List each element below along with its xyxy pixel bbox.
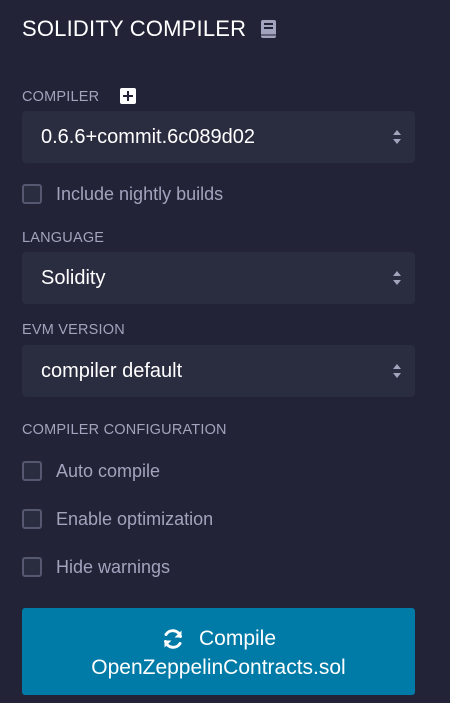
compiler-version-value: 0.6.6+commit.6c089d02 bbox=[41, 125, 256, 148]
hide-warnings-label: Hide warnings bbox=[56, 556, 171, 577]
compiler-label: COMPILER bbox=[22, 89, 100, 105]
evm-version-value: compiler default bbox=[41, 359, 183, 382]
hide-warnings-option[interactable]: Hide warnings bbox=[22, 555, 170, 579]
book-icon[interactable] bbox=[260, 19, 278, 39]
nightly-builds-checkbox[interactable] bbox=[22, 184, 42, 204]
compiler-version-select[interactable]: 0.6.6+commit.6c089d02 bbox=[22, 111, 415, 163]
nightly-builds-option[interactable]: Include nightly builds bbox=[22, 182, 223, 206]
select-arrows-icon bbox=[392, 269, 402, 287]
compile-button-line: Compile bbox=[161, 624, 276, 654]
enable-optimization-option[interactable]: Enable optimization bbox=[22, 507, 213, 531]
select-arrows-icon bbox=[392, 362, 402, 380]
language-select[interactable]: Solidity bbox=[22, 252, 415, 304]
evm-version-select[interactable]: compiler default bbox=[22, 345, 415, 397]
nightly-builds-label: Include nightly builds bbox=[56, 183, 224, 204]
plus-square-icon[interactable] bbox=[120, 88, 136, 104]
auto-compile-option[interactable]: Auto compile bbox=[22, 459, 160, 483]
panel-header: SOLIDITY COMPILER bbox=[22, 14, 278, 44]
auto-compile-checkbox[interactable] bbox=[22, 461, 42, 481]
compiler-configuration-label: COMPILER CONFIGURATION bbox=[22, 422, 227, 438]
panel-title: SOLIDITY COMPILER bbox=[22, 16, 247, 41]
language-value: Solidity bbox=[41, 266, 106, 289]
select-arrows-icon bbox=[392, 128, 402, 146]
enable-optimization-checkbox[interactable] bbox=[22, 509, 42, 529]
hide-warnings-checkbox[interactable] bbox=[22, 557, 42, 577]
auto-compile-label: Auto compile bbox=[56, 460, 161, 481]
solidity-compiler-panel: SOLIDITY COMPILER COMPILER 0.6.6+commit.… bbox=[0, 0, 450, 703]
enable-optimization-label: Enable optimization bbox=[56, 508, 214, 529]
evm-version-label: EVM VERSION bbox=[22, 322, 125, 338]
refresh-icon bbox=[161, 627, 185, 651]
language-label: LANGUAGE bbox=[22, 230, 105, 246]
compile-file-name: OpenZeppelinContracts.sol bbox=[91, 655, 346, 679]
compile-button[interactable]: Compile OpenZeppelinContracts.sol bbox=[22, 608, 415, 695]
compile-button-label: Compile bbox=[198, 626, 277, 650]
